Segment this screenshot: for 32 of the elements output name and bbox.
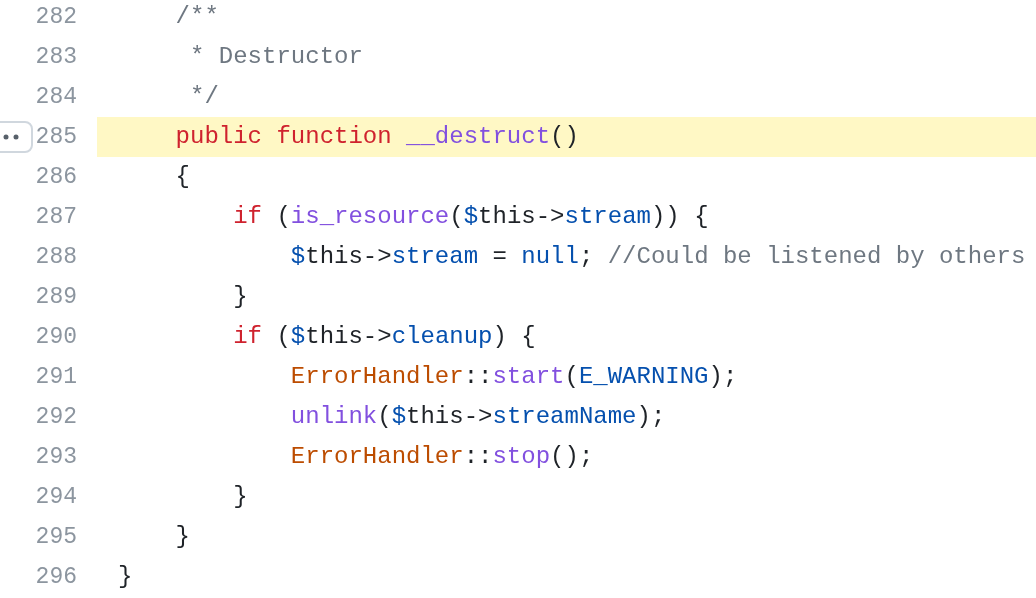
- code-line: * Destructor: [189, 42, 363, 72]
- line-number: 293: [35, 442, 77, 472]
- line-number: 282: [35, 2, 77, 32]
- code-line: ErrorHandler::stop();: [289, 442, 594, 472]
- line-number: 286: [35, 162, 77, 192]
- code-line: $this->stream = null; //Could be listened by others: [289, 242, 1026, 272]
- code-line: {: [174, 162, 190, 192]
- line-number: 283: [35, 42, 77, 72]
- code-line: public function __destruct(): [174, 122, 579, 152]
- code-line: if (is_resource($this->stream)) {: [232, 202, 709, 232]
- code-line: ErrorHandler::start(E_WARNING);: [289, 362, 738, 392]
- dots-icon: [3, 134, 19, 140]
- code-line: }: [174, 522, 190, 552]
- code-line: unlink($this->streamName);: [289, 402, 666, 432]
- code-line: }: [118, 562, 133, 592]
- code-line: }: [232, 282, 248, 312]
- line-number: 285: [35, 122, 77, 152]
- code-line: }: [232, 482, 248, 512]
- line-number: 290: [35, 322, 77, 352]
- line-number: 288: [35, 242, 77, 272]
- line-number: 284: [35, 82, 77, 112]
- line-number: 294: [35, 482, 77, 512]
- line-number: 295: [35, 522, 77, 552]
- code-line: /**: [174, 2, 219, 32]
- line-number: 291: [35, 362, 77, 392]
- line-menu-button[interactable]: [0, 121, 33, 153]
- line-number: 289: [35, 282, 77, 312]
- line-number: 296: [35, 562, 77, 592]
- code-line: if ($this->cleanup) {: [232, 322, 536, 352]
- line-number: 292: [35, 402, 77, 432]
- line-number: 287: [35, 202, 77, 232]
- code-line: */: [189, 82, 219, 112]
